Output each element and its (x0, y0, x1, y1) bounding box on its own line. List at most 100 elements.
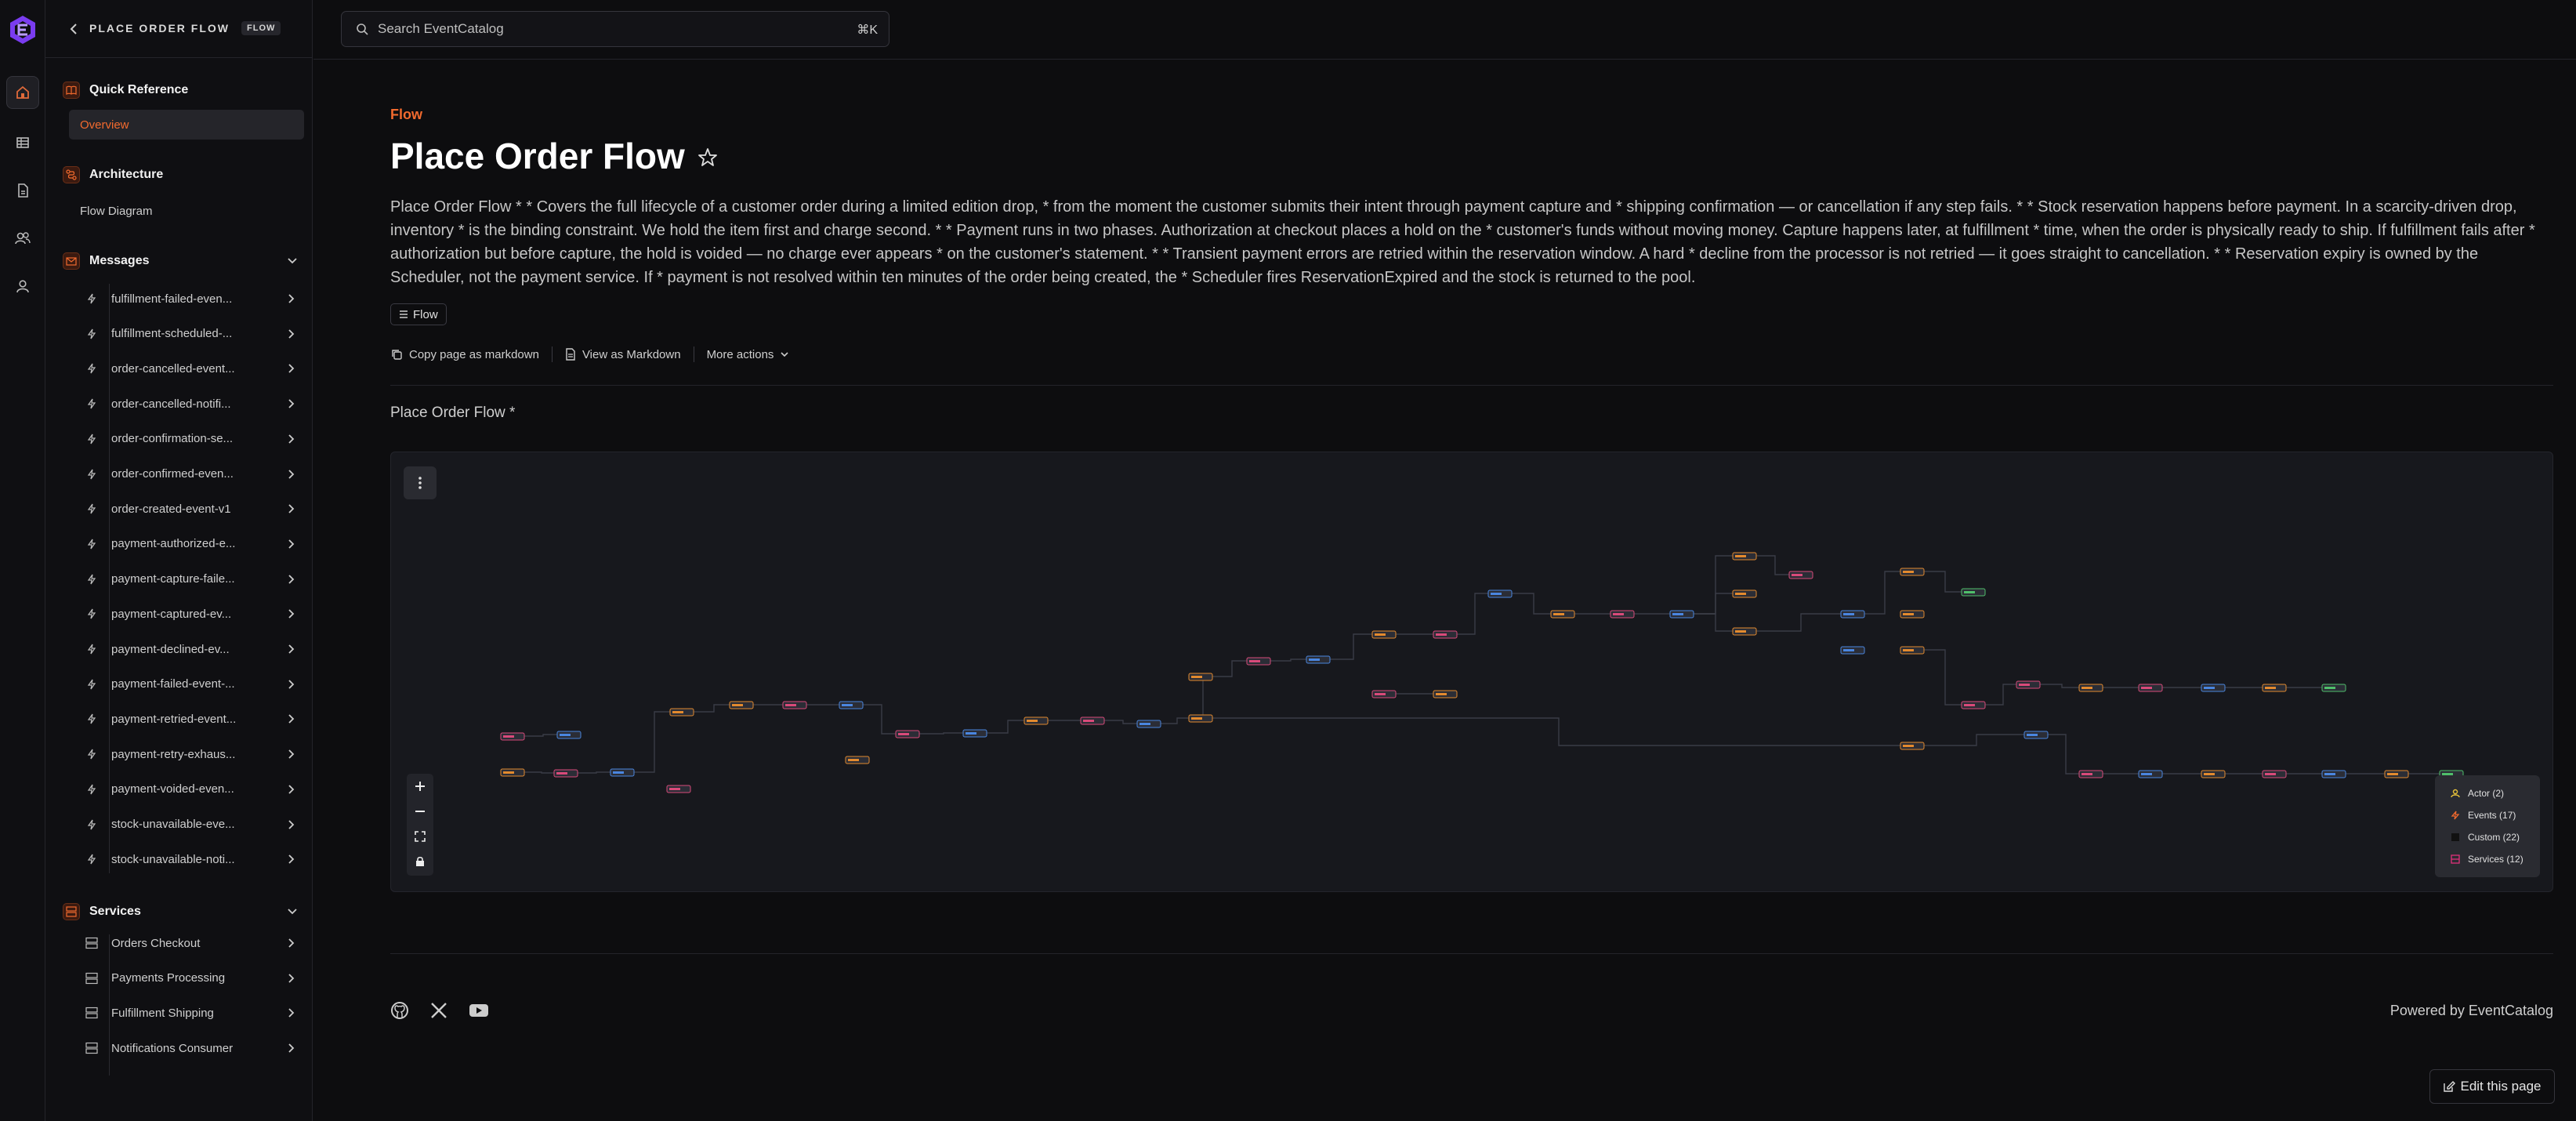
flow-node[interactable] (1371, 630, 1397, 639)
copy-markdown-button[interactable]: Copy page as markdown (390, 348, 539, 361)
github-icon[interactable] (390, 1001, 409, 1020)
sidebar-item-message[interactable]: payment-captured-ev... (85, 599, 312, 629)
flow-node[interactable] (1900, 742, 1925, 750)
flow-node[interactable] (2016, 680, 2041, 689)
flow-node[interactable] (1610, 610, 1635, 619)
x-twitter-icon[interactable] (429, 1001, 448, 1020)
flow-diagram[interactable]: Actor (2) Events (17) Custom (22) Servic… (390, 452, 2553, 892)
flow-node[interactable] (2321, 770, 2346, 778)
flow-node[interactable] (1246, 657, 1271, 666)
table-icon[interactable] (6, 126, 39, 159)
zoom-in-button[interactable] (407, 774, 433, 799)
flow-node[interactable] (1732, 627, 1757, 636)
sidebar-item-service[interactable]: Notifications Consumer (85, 1033, 312, 1063)
star-icon[interactable] (697, 147, 718, 168)
flow-node[interactable] (1136, 720, 1161, 728)
flow-canvas[interactable] (391, 452, 2553, 892)
sidebar-item-message[interactable]: payment-retried-event... (85, 704, 312, 734)
chevron-right-icon[interactable] (287, 363, 295, 374)
powered-by[interactable]: Powered by EventCatalog (2390, 1003, 2553, 1019)
flow-node[interactable] (1732, 590, 1757, 598)
chevron-right-icon[interactable] (287, 938, 295, 949)
user-icon[interactable] (6, 270, 39, 303)
sidebar-item-message[interactable]: payment-voided-even... (85, 775, 312, 804)
flow-node[interactable] (1080, 716, 1105, 725)
flow-node[interactable] (2078, 684, 2103, 692)
flow-node[interactable] (1669, 610, 1694, 619)
flow-node[interactable] (782, 701, 807, 709)
legend-item-custom[interactable]: Custom (22) (2451, 829, 2520, 846)
chevron-right-icon[interactable] (287, 1007, 295, 1018)
users-icon[interactable] (6, 222, 39, 255)
flow-node[interactable] (1840, 610, 1865, 619)
chevron-right-icon[interactable] (287, 503, 295, 514)
chevron-right-icon[interactable] (287, 328, 295, 339)
chevron-right-icon[interactable] (287, 854, 295, 865)
flow-node[interactable] (1900, 646, 1925, 655)
chevron-right-icon[interactable] (287, 434, 295, 444)
chevron-right-icon[interactable] (287, 749, 295, 760)
fit-view-button[interactable] (407, 824, 433, 849)
flow-node[interactable] (1550, 610, 1575, 619)
sidebar-item-message[interactable]: stock-unavailable-eve... (85, 810, 312, 840)
flow-node[interactable] (1433, 690, 1458, 698)
home-icon[interactable] (6, 76, 39, 109)
sidebar-item-message[interactable]: payment-retry-exhaus... (85, 739, 312, 769)
document-icon[interactable] (6, 174, 39, 207)
flow-node[interactable] (666, 785, 691, 793)
flow-node[interactable] (895, 730, 920, 738)
flow-node[interactable] (669, 708, 694, 716)
chevron-right-icon[interactable] (287, 469, 295, 480)
legend-item-events[interactable]: Events (17) (2451, 807, 2516, 824)
flow-node[interactable] (1024, 716, 1049, 725)
flow-node[interactable] (553, 769, 578, 778)
chevron-right-icon[interactable] (287, 293, 295, 304)
sidebar-item-message[interactable]: stock-unavailable-noti... (85, 844, 312, 874)
flow-node[interactable] (845, 756, 870, 764)
search-input[interactable] (378, 21, 817, 37)
diagram-menu-button[interactable] (404, 466, 437, 499)
sidebar-item-message[interactable]: fulfillment-failed-even... (85, 284, 312, 314)
chevron-left-icon[interactable] (69, 23, 78, 35)
sidebar-item-service[interactable]: Fulfillment Shipping (85, 998, 312, 1028)
chevron-right-icon[interactable] (287, 713, 295, 724)
flow-node[interactable] (500, 732, 525, 741)
flow-node[interactable] (556, 731, 582, 739)
chevron-right-icon[interactable] (287, 644, 295, 655)
flow-node[interactable] (2262, 770, 2287, 778)
flow-node[interactable] (500, 768, 525, 777)
sidebar-item-message[interactable]: order-cancelled-notifi... (85, 389, 312, 419)
sidebar-item-service[interactable]: Orders Checkout (85, 928, 312, 958)
flow-node[interactable] (2201, 684, 2226, 692)
edit-page-button[interactable]: Edit this page (2429, 1069, 2555, 1104)
eventcatalog-logo-icon[interactable] (7, 14, 38, 45)
flow-node[interactable] (1487, 590, 1513, 598)
flow-node[interactable] (2321, 684, 2346, 692)
more-actions-button[interactable]: More actions (707, 348, 790, 361)
flow-node[interactable] (729, 701, 754, 709)
chevron-right-icon[interactable] (287, 819, 295, 830)
lock-button[interactable] (407, 849, 433, 874)
flow-node[interactable] (1900, 610, 1925, 619)
flow-node[interactable] (1371, 690, 1397, 698)
sidebar-item-message[interactable]: payment-failed-event-... (85, 669, 312, 699)
zoom-out-button[interactable] (407, 799, 433, 824)
view-markdown-button[interactable]: View as Markdown (565, 348, 681, 361)
sidebar-item-flow-diagram[interactable]: Flow Diagram (69, 196, 304, 226)
sidebar-item-message[interactable]: payment-capture-faile... (85, 564, 312, 594)
chevron-right-icon[interactable] (287, 539, 295, 550)
flow-node[interactable] (2138, 770, 2163, 778)
flow-node[interactable] (1306, 655, 1331, 664)
flow-node[interactable] (1900, 568, 1925, 576)
flow-node[interactable] (2262, 684, 2287, 692)
chevron-down-icon[interactable] (287, 255, 298, 266)
chevron-right-icon[interactable] (287, 574, 295, 585)
flow-node[interactable] (1188, 673, 1213, 681)
flow-node[interactable] (1433, 630, 1458, 639)
flow-node[interactable] (1961, 701, 1986, 709)
flow-node[interactable] (962, 729, 987, 738)
flow-node[interactable] (1732, 552, 1757, 560)
sidebar-item-overview[interactable]: Overview (69, 110, 304, 140)
search-box[interactable]: ⌘K (341, 11, 889, 47)
section-services[interactable]: Services (63, 900, 298, 923)
